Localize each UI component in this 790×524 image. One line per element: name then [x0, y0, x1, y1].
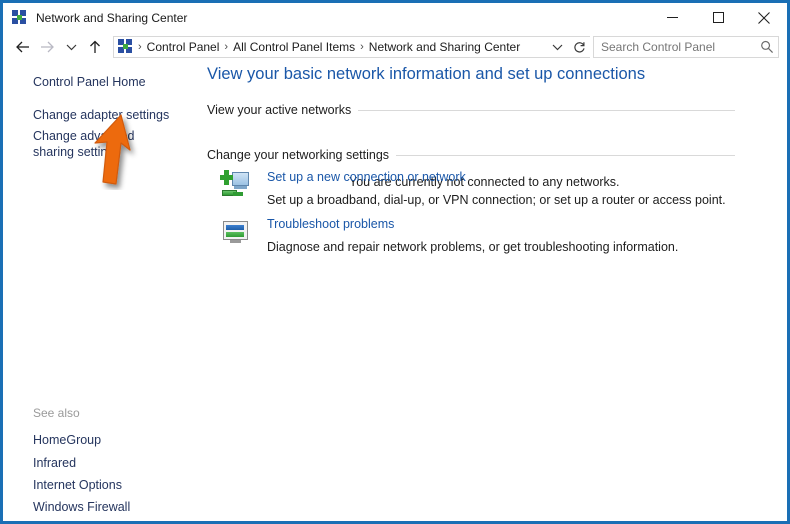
- refresh-icon[interactable]: [568, 36, 590, 58]
- section-change-networking-settings: Change your networking settings: [207, 148, 735, 162]
- page-title: View your basic network information and …: [207, 65, 645, 84]
- breadcrumb[interactable]: › Control Panel › All Control Panel Item…: [113, 36, 590, 58]
- task-description: Set up a broadband, dial-up, or VPN conn…: [267, 192, 740, 208]
- section-label: Change your networking settings: [207, 148, 396, 162]
- see-also-item-internet-options[interactable]: Internet Options: [33, 478, 122, 492]
- minimize-button[interactable]: [649, 3, 695, 32]
- breadcrumb-separator: ›: [136, 41, 144, 53]
- task-link-set-up-new-connection[interactable]: Set up a new connection or network: [267, 169, 740, 185]
- breadcrumb-network-sharing-icon: [118, 39, 134, 55]
- network-sharing-center-window: Network and Sharing Center: [0, 0, 790, 524]
- title-bar: Network and Sharing Center: [3, 3, 787, 32]
- address-bar: › Control Panel › All Control Panel Item…: [3, 32, 787, 62]
- task-troubleshoot-problems: Troubleshoot problems Diagnose and repai…: [220, 216, 740, 255]
- troubleshoot-icon: [220, 217, 252, 249]
- section-label: View your active networks: [207, 103, 358, 117]
- back-arrow-icon[interactable]: [11, 35, 35, 59]
- section-view-active-networks: View your active networks: [207, 103, 735, 117]
- up-arrow-icon[interactable]: [83, 35, 107, 59]
- window-controls: [649, 3, 787, 32]
- sidebar: Control Panel Home Change adapter settin…: [3, 62, 199, 521]
- forward-arrow-icon[interactable]: [35, 35, 59, 59]
- see-also-item-windows-firewall[interactable]: Windows Firewall: [33, 500, 130, 514]
- breadcrumb-separator: ›: [358, 41, 366, 53]
- sidebar-item-change-advanced-sharing-settings[interactable]: Change advanced sharing settings: [33, 128, 163, 160]
- sidebar-item-change-adapter-settings[interactable]: Change adapter settings: [33, 107, 169, 123]
- task-set-up-new-connection: Set up a new connection or network Set u…: [220, 169, 740, 208]
- recent-locations-chevron-down-icon[interactable]: [59, 35, 83, 59]
- window-title: Network and Sharing Center: [36, 11, 187, 25]
- breadcrumb-item-network-and-sharing-center[interactable]: Network and Sharing Center: [366, 40, 523, 54]
- breadcrumb-separator: ›: [222, 41, 230, 53]
- breadcrumb-chevron-down-icon[interactable]: [546, 36, 568, 58]
- see-also-item-homegroup[interactable]: HomeGroup: [33, 433, 101, 447]
- breadcrumb-item-control-panel[interactable]: Control Panel: [144, 40, 223, 54]
- maximize-button[interactable]: [695, 3, 741, 32]
- search-icon[interactable]: [756, 40, 778, 54]
- search-input[interactable]: [594, 39, 756, 55]
- search-box[interactable]: [593, 36, 779, 58]
- new-connection-icon: [220, 170, 252, 202]
- breadcrumb-item-all-control-panel-items[interactable]: All Control Panel Items: [230, 40, 358, 54]
- close-button[interactable]: [741, 3, 787, 32]
- task-link-troubleshoot-problems[interactable]: Troubleshoot problems: [267, 216, 740, 232]
- see-also-item-infrared[interactable]: Infrared: [33, 456, 76, 470]
- sidebar-item-control-panel-home[interactable]: Control Panel Home: [33, 74, 146, 90]
- task-description: Diagnose and repair network problems, or…: [267, 239, 740, 255]
- main-pane: View your basic network information and …: [199, 62, 787, 521]
- section-divider: [358, 110, 735, 111]
- network-sharing-icon: [12, 10, 28, 26]
- section-divider: [396, 155, 735, 156]
- see-also-label: See also: [33, 406, 80, 420]
- content-area: Control Panel Home Change adapter settin…: [3, 62, 787, 521]
